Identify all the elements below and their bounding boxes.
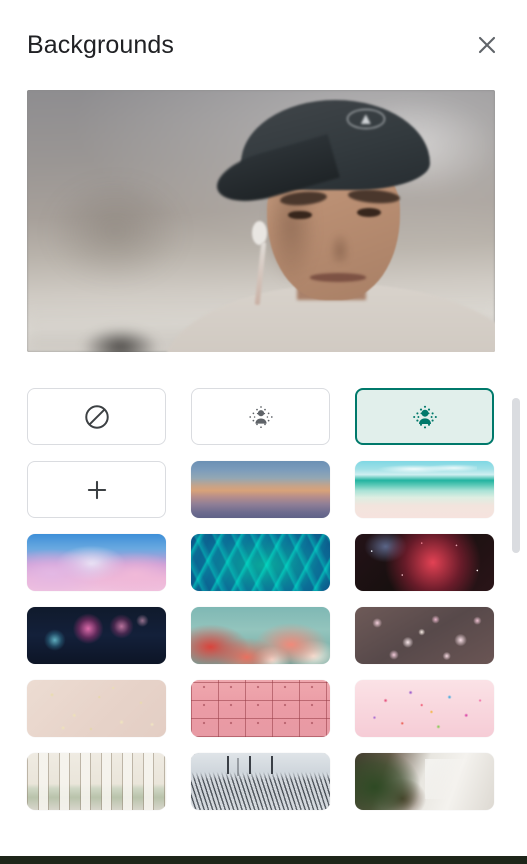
background-thumbnail[interactable] xyxy=(191,461,330,518)
backgrounds-scroll-area[interactable] xyxy=(0,375,527,858)
effect-option-blur[interactable] xyxy=(355,388,494,445)
preview-foreground-object xyxy=(69,325,173,352)
effect-option-slight-blur[interactable] xyxy=(191,388,330,445)
background-thumbnail[interactable] xyxy=(27,607,166,664)
person-nose xyxy=(324,221,355,263)
background-thumbnail[interactable] xyxy=(355,461,494,518)
cap-logo-icon xyxy=(346,109,385,129)
background-thumbnail[interactable] xyxy=(355,680,494,737)
backgrounds-panel: Backgrounds xyxy=(0,0,527,864)
background-thumbnail[interactable] xyxy=(27,534,166,591)
plus-icon xyxy=(84,477,110,503)
backgrounds-row xyxy=(27,534,495,591)
scrollbar-track[interactable] xyxy=(511,375,521,858)
upload-background-button[interactable] xyxy=(27,461,166,518)
backgrounds-row xyxy=(27,680,495,737)
backgrounds-grid xyxy=(27,388,495,826)
panel-header: Backgrounds xyxy=(0,0,527,90)
slight-blur-person-icon xyxy=(246,402,276,432)
close-icon xyxy=(475,33,499,57)
backgrounds-row xyxy=(27,607,495,664)
bottom-bar xyxy=(0,856,527,864)
background-thumbnail[interactable] xyxy=(191,607,330,664)
blur-person-icon xyxy=(410,402,440,432)
person-eye-right xyxy=(357,207,381,217)
effect-option-no-effect[interactable] xyxy=(27,388,166,445)
close-button[interactable] xyxy=(470,28,504,62)
effects-row xyxy=(27,388,495,445)
background-thumbnail[interactable] xyxy=(355,607,494,664)
backgrounds-row xyxy=(27,461,495,518)
self-view-preview xyxy=(27,90,495,352)
page-title: Backgrounds xyxy=(27,30,175,59)
background-thumbnail[interactable] xyxy=(355,753,494,810)
no-effect-slash-circle-icon xyxy=(83,403,111,431)
person-earbud xyxy=(251,221,267,245)
backgrounds-row xyxy=(27,753,495,810)
background-thumbnail[interactable] xyxy=(27,753,166,810)
scrollbar-thumb[interactable] xyxy=(512,398,520,553)
preview-person xyxy=(163,90,495,352)
background-thumbnail[interactable] xyxy=(27,680,166,737)
background-thumbnail[interactable] xyxy=(191,753,330,810)
background-thumbnail[interactable] xyxy=(355,534,494,591)
preview-wall-shadow xyxy=(36,168,196,295)
background-thumbnail[interactable] xyxy=(191,680,330,737)
background-thumbnail[interactable] xyxy=(191,534,330,591)
person-mouth xyxy=(309,273,366,282)
